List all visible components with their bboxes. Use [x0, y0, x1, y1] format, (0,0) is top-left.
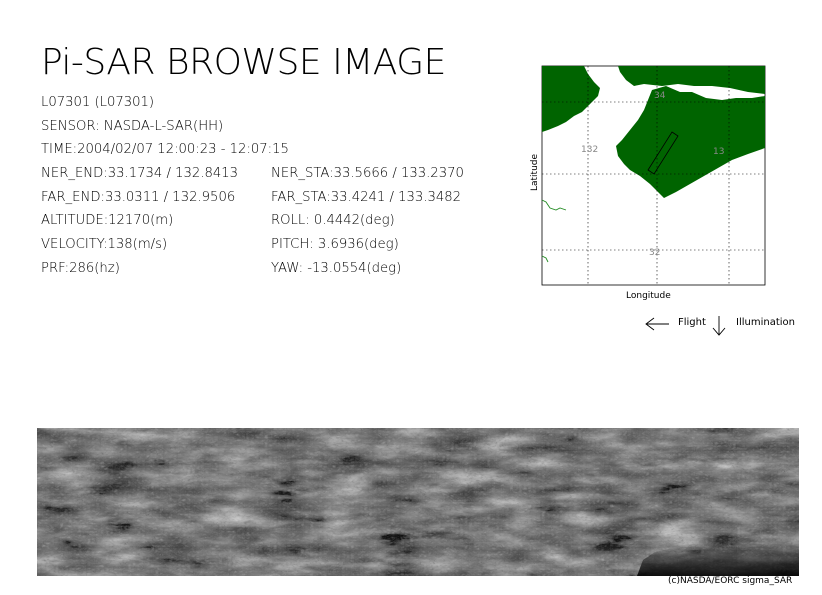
ner-end-info: NER_END:33.1734 / 132.8413 — [41, 166, 239, 181]
far-sta-info: FAR_STA:33.4241 / 133.3482 — [271, 190, 462, 205]
illumination-label: Illumination — [736, 317, 795, 328]
map-y-axis-label: Latitude — [530, 153, 540, 191]
far-end-info: FAR_END:33.0311 / 132.9506 — [41, 190, 236, 205]
direction-legend: Flight Illumination — [640, 313, 810, 337]
map-x-axis-label: Longitude — [626, 291, 671, 301]
copyright-notice: (c)NASDA/EORC sigma_SAR — [668, 576, 793, 586]
location-map: 132 13 32 34 Longitude Latitude — [522, 60, 777, 305]
ner-sta-info: NER_STA:33.5666 / 133.2370 — [271, 166, 464, 181]
velocity-info: VELOCITY:138(m/s) — [41, 237, 168, 252]
flight-label: Flight — [678, 317, 706, 328]
scene-id: L07301 (L07301) — [41, 95, 155, 110]
sensor-info: SENSOR: NASDA-L-SAR(HH) — [41, 119, 224, 134]
yaw-info: YAW: -13.0554(deg) — [271, 261, 402, 276]
grid-label-133: 13 — [713, 147, 724, 157]
time-info: TIME:2004/02/07 12:00:23 - 12:07:15 — [41, 142, 289, 157]
prf-info: PRF:286(hz) — [41, 261, 120, 276]
altitude-info: ALTITUDE:12170(m) — [41, 213, 174, 228]
grid-label-34: 34 — [654, 91, 666, 101]
grid-label-32: 32 — [649, 248, 660, 258]
grid-label-132: 132 — [581, 145, 598, 155]
pitch-info: PITCH: 3.6936(deg) — [271, 237, 399, 252]
sar-browse-image — [37, 428, 799, 576]
roll-info: ROLL: 0.4442(deg) — [271, 213, 395, 228]
page-title: Pi-SAR BROWSE IMAGE — [41, 42, 446, 83]
arrow-left-icon — [645, 317, 669, 331]
arrow-down-icon — [712, 316, 726, 336]
